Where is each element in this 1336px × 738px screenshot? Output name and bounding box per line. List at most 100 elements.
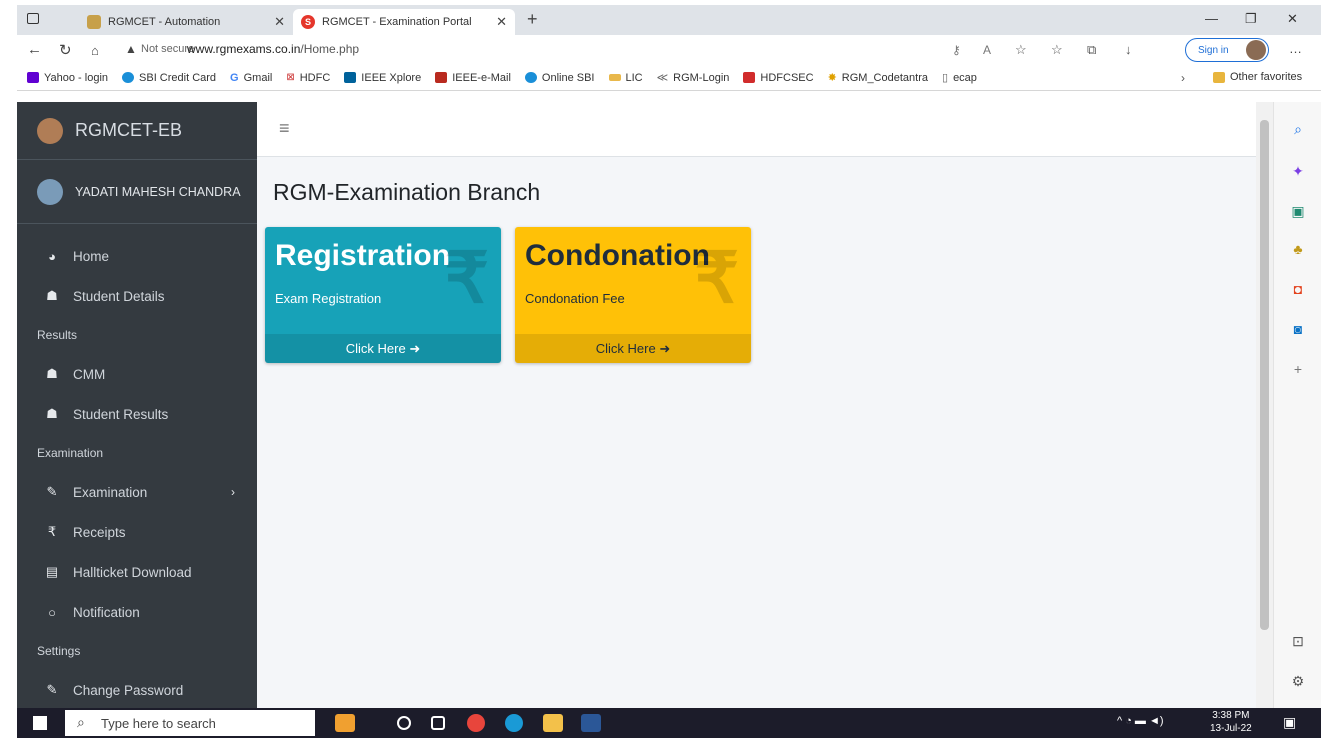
sidebar-item-student-details[interactable]: ☗ Student Details xyxy=(17,276,257,316)
add-icon[interactable]: + xyxy=(1289,360,1307,378)
refresh-icon[interactable]: ↻ xyxy=(59,41,72,59)
windows-start-icon[interactable] xyxy=(33,716,47,730)
url-path: /Home.php xyxy=(300,42,360,56)
copilot-icon[interactable]: ✦ xyxy=(1289,162,1307,180)
url-field[interactable]: www.rgmexams.co.in/Home.php xyxy=(187,42,359,56)
rupee-icon: ₹ xyxy=(47,524,57,539)
hamburger-menu-icon[interactable]: ≡ xyxy=(279,118,290,139)
sidebar-header-results: Results xyxy=(37,328,78,342)
arrow-circle-right-icon: ➜ xyxy=(409,340,421,356)
site-favicon-icon xyxy=(87,15,101,29)
registration-card: Registration Exam Registration ₹ Click H… xyxy=(265,227,501,363)
favorite-lic[interactable]: LIC xyxy=(608,72,643,84)
add-favorite-icon[interactable]: ☆ xyxy=(1015,42,1027,58)
edge-icon[interactable] xyxy=(505,714,523,732)
new-tab-icon[interactable]: + xyxy=(527,9,538,30)
file-explorer-icon[interactable] xyxy=(543,714,563,732)
outlook-icon[interactable]: ◙ xyxy=(1289,320,1307,338)
favorite-hdfcsec[interactable]: HDFCSEC xyxy=(743,72,814,84)
dashboard-icon: ◕ xyxy=(48,248,56,264)
favorites-icon[interactable]: ☆ xyxy=(1051,42,1063,58)
favorite-sbi-credit-card[interactable]: SBI Credit Card xyxy=(122,72,216,84)
office-icon[interactable]: ◘ xyxy=(1289,280,1307,298)
search-icon[interactable]: ⌕ xyxy=(1289,120,1307,138)
settings-icon[interactable]: ⚙ xyxy=(1289,672,1307,690)
sidebar-item-change-password[interactable]: ✎ Change Password xyxy=(17,670,257,708)
tab-actions-icon[interactable] xyxy=(27,13,39,24)
sidebar-item-home[interactable]: ◕ Home xyxy=(17,236,257,276)
favorite-ieee-email[interactable]: IEEE-e-Mail xyxy=(435,72,511,84)
taskbar-search-box[interactable]: ⌕ Type here to search xyxy=(65,710,315,736)
home-icon[interactable]: ⌂ xyxy=(91,43,99,58)
page-scrollbar[interactable] xyxy=(1256,102,1273,708)
favorite-gmail[interactable]: G Gmail xyxy=(230,72,272,84)
edit-icon: ✎ xyxy=(46,484,58,499)
task-view-icon[interactable] xyxy=(431,716,445,730)
games-icon[interactable]: ♣ xyxy=(1289,240,1307,258)
user-panel[interactable]: YADATI MAHESH CHANDRA xyxy=(17,160,257,224)
favorites-bar: Yahoo - login SBI Credit Card G Gmail ⊠ HD… xyxy=(17,65,1321,91)
sbi-icon xyxy=(122,72,135,83)
favorite-hdfc[interactable]: ⊠ HDFC xyxy=(286,72,330,84)
sidebar-item-student-results[interactable]: ☗ Student Results xyxy=(17,394,257,434)
tab-title: RGMCET - Examination Portal xyxy=(322,16,472,28)
notifications-icon[interactable]: ▣ xyxy=(1283,714,1296,731)
arrow-circle-right-icon: ➜ xyxy=(659,340,671,356)
system-tray-icons[interactable]: ^ ◔ ▬ ◄) xyxy=(1117,715,1164,727)
registration-click-here-link[interactable]: Click Here ➜ xyxy=(265,334,501,363)
more-menu-icon[interactable]: … xyxy=(1289,41,1302,56)
pdf-icon: ▤ xyxy=(45,564,59,579)
collections-icon[interactable]: ⧉ xyxy=(1087,42,1096,58)
favorite-ecap[interactable]: ▯ ecap xyxy=(942,71,977,85)
tab-automation[interactable]: RGMCET - Automation ✕ xyxy=(79,9,293,35)
favorite-online-sbi[interactable]: Online SBI xyxy=(524,72,595,84)
close-tab-icon[interactable]: ✕ xyxy=(496,14,507,30)
sidebar-item-cmm[interactable]: ☗ CMM xyxy=(17,354,257,394)
time: 3:38 PM xyxy=(1212,710,1250,721)
sidebar-item-hallticket-download[interactable]: ▤ Hallticket Download xyxy=(17,552,257,592)
ieee-mail-icon xyxy=(435,72,448,83)
favorite-rgm-codetantra[interactable]: ✸ RGM_Codetantra xyxy=(828,71,928,85)
brand-link[interactable]: RGMCET-EB xyxy=(17,102,257,160)
taskbar-clock[interactable]: 3:38 PM 13-Jul-22 xyxy=(1210,709,1252,735)
edit-icon: ✎ xyxy=(46,682,58,697)
page-icon: ▯ xyxy=(942,72,949,84)
shopping-icon[interactable]: ▣ xyxy=(1289,202,1307,220)
chevron-right-icon[interactable]: › xyxy=(1181,71,1185,85)
favorite-rgm-login[interactable]: ≪ RGM-Login xyxy=(657,71,730,85)
sidebar-item-notification[interactable]: ○ Notification xyxy=(17,592,257,632)
word-icon[interactable] xyxy=(581,714,601,732)
close-window-icon[interactable]: ✕ xyxy=(1287,11,1298,27)
user-name: YADATI MAHESH CHANDRA xyxy=(75,184,241,199)
ieee-icon xyxy=(344,72,357,83)
address-bar-row: ← ↻ ⌂ ▲ Not secure www.rgmexams.co.in/Ho… xyxy=(17,35,1321,65)
downloads-icon[interactable]: ↓ xyxy=(1125,42,1132,57)
google-icon: G xyxy=(230,71,239,84)
back-icon[interactable]: ← xyxy=(27,41,42,58)
browser-window: RGMCET - Automation ✕ S RGMCET - Examina… xyxy=(17,5,1321,738)
folder-icon xyxy=(1213,71,1225,83)
sidebar-header-examination: Examination xyxy=(37,446,104,460)
close-tab-icon[interactable]: ✕ xyxy=(274,14,285,30)
favorite-ieee-xplore[interactable]: IEEE Xplore xyxy=(344,72,421,84)
scrollbar-thumb[interactable] xyxy=(1260,120,1269,630)
page-title: RGM-Examination Branch xyxy=(273,179,541,205)
lic-icon xyxy=(608,74,621,81)
tab-examination-portal[interactable]: S RGMCET - Examination Portal ✕ xyxy=(293,9,515,35)
minimize-icon[interactable]: — xyxy=(1205,11,1218,26)
hide-sidebar-icon[interactable]: ⊡ xyxy=(1289,632,1307,650)
sidebar-item-receipts[interactable]: ₹ Receipts xyxy=(17,512,257,552)
sidebar-item-examination[interactable]: ✎ Examination › xyxy=(17,472,257,512)
password-key-icon[interactable]: ⚷ xyxy=(952,43,961,57)
condonation-card: Condonation Condonation Fee ₹ Click Here… xyxy=(515,227,751,363)
sbi-icon xyxy=(524,72,537,83)
favorite-yahoo[interactable]: Yahoo - login xyxy=(27,72,108,84)
cortana-icon[interactable] xyxy=(397,716,411,730)
weather-icon[interactable] xyxy=(335,714,355,732)
condonation-click-here-link[interactable]: Click Here ➜ xyxy=(515,334,751,363)
restore-icon[interactable]: ❐ xyxy=(1245,11,1257,27)
sign-in-button[interactable]: Sign in xyxy=(1185,38,1269,62)
other-favorites[interactable]: Other favorites xyxy=(1213,71,1302,83)
read-aloud-icon[interactable]: A xyxy=(983,43,991,57)
chrome-icon[interactable] xyxy=(467,714,485,732)
